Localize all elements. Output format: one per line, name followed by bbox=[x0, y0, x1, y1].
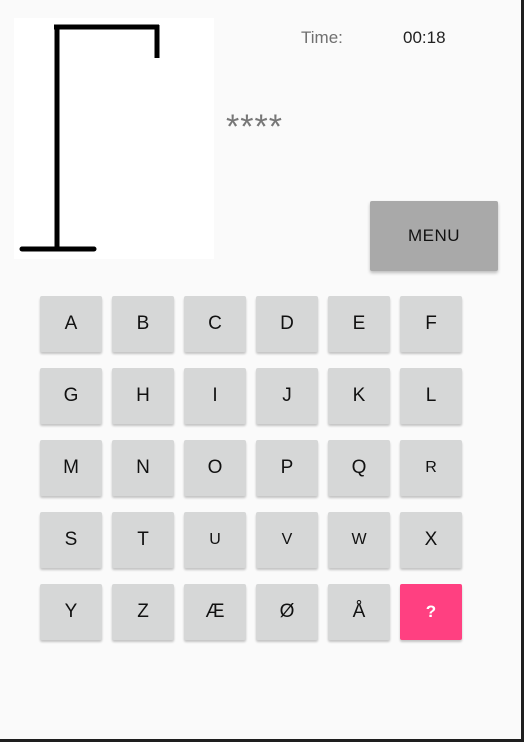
letter-key-button[interactable]: C bbox=[184, 296, 246, 352]
game-screen: Time: 00:18 **** MENU ABCDEF GHIJKL MNOPQR… bbox=[0, 0, 521, 739]
timer-value: 00:18 bbox=[403, 28, 446, 47]
letter-key-button[interactable]: F bbox=[400, 296, 462, 352]
letter-key-button[interactable]: Z bbox=[112, 584, 174, 640]
hint-key-button[interactable]: ? bbox=[400, 584, 462, 640]
letter-key-button[interactable]: T bbox=[112, 512, 174, 568]
letter-key-button[interactable]: Å bbox=[328, 584, 390, 640]
letter-key-button[interactable]: L bbox=[400, 368, 462, 424]
letter-key-button[interactable]: K bbox=[328, 368, 390, 424]
letter-key-button[interactable]: Ø bbox=[256, 584, 318, 640]
masked-word: **** bbox=[226, 108, 283, 146]
letter-key-button[interactable]: D bbox=[256, 296, 318, 352]
menu-button[interactable]: MENU bbox=[370, 201, 498, 271]
letter-key-button[interactable]: R bbox=[400, 440, 462, 496]
letter-key-button[interactable]: B bbox=[112, 296, 174, 352]
letter-key-button[interactable]: E bbox=[328, 296, 390, 352]
letter-key-button[interactable]: Q bbox=[328, 440, 390, 496]
letter-key-button[interactable]: X bbox=[400, 512, 462, 568]
letter-key-button[interactable]: Y bbox=[40, 584, 102, 640]
letter-key-button[interactable]: I bbox=[184, 368, 246, 424]
letter-key-button[interactable]: V bbox=[256, 512, 318, 568]
letter-key-button[interactable]: U bbox=[184, 512, 246, 568]
hangman-drawing bbox=[14, 18, 214, 259]
letter-keyboard: A B C D E F G H I J K L M N O P Q R S T U V W X Y Z Æ Ø Å? bbox=[40, 296, 462, 640]
letter-key-button[interactable]: J bbox=[256, 368, 318, 424]
letter-key-button[interactable]: G bbox=[40, 368, 102, 424]
gallows-icon bbox=[19, 24, 160, 252]
letter-key-button[interactable]: H bbox=[112, 368, 174, 424]
letter-key-button[interactable]: P bbox=[256, 440, 318, 496]
letter-key-button[interactable]: N bbox=[112, 440, 174, 496]
timer-label: Time: bbox=[301, 28, 343, 47]
letter-key-button[interactable]: S bbox=[40, 512, 102, 568]
letter-key-button[interactable]: O bbox=[184, 440, 246, 496]
letter-key-button[interactable]: W bbox=[328, 512, 390, 568]
letter-key-button[interactable]: A bbox=[40, 296, 102, 352]
letter-key-button[interactable]: Æ bbox=[184, 584, 246, 640]
letter-key-button[interactable]: M bbox=[40, 440, 102, 496]
